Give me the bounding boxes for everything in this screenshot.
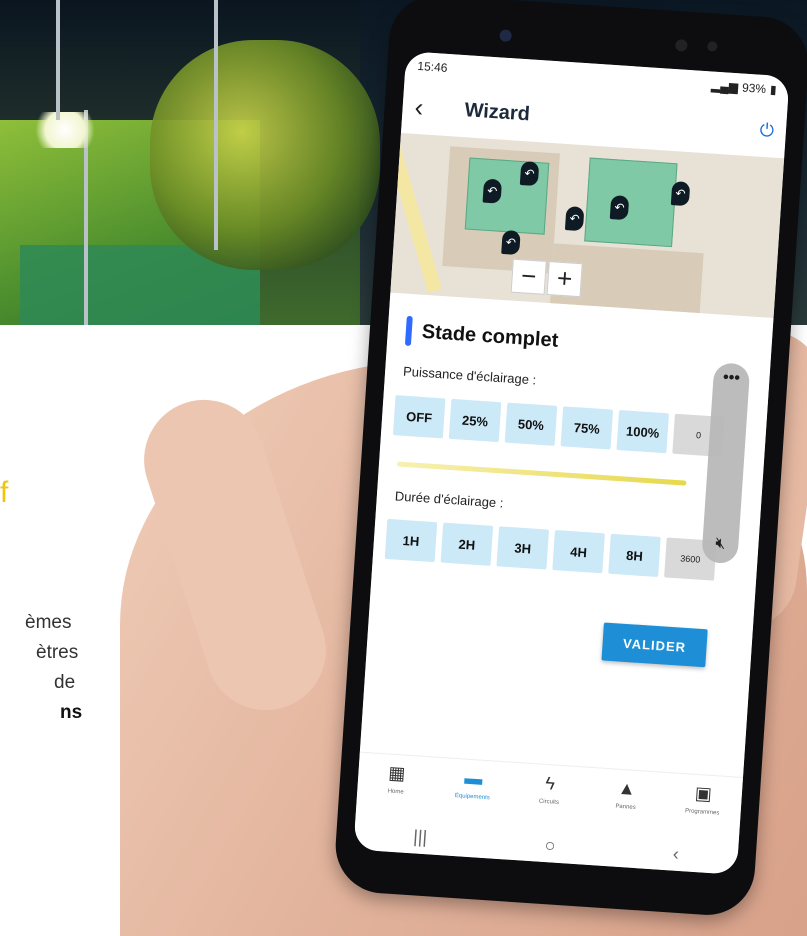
- text-fragment-3: de: [54, 672, 76, 693]
- road: [390, 135, 442, 293]
- status-icons: ▂▄▆ 93% ▮: [711, 78, 777, 96]
- nav-circuits-label: Circuits: [538, 798, 560, 806]
- power-option-100[interactable]: 100%: [616, 410, 669, 454]
- nav-pannes-label: Pannes: [615, 803, 636, 811]
- sensor-2: [707, 41, 718, 52]
- battery-level: 93%: [741, 80, 767, 97]
- page-title: Wizard: [463, 98, 531, 125]
- phone-screen: 15:46 ▂▄▆ 93% ▮ ‹ Wizard ⏻ ↶ ↶ ↶ ↶ ↶ ↶ −: [353, 51, 790, 875]
- nav-equipements-label: Équipements: [454, 792, 490, 802]
- nav-circuits[interactable]: ϟ Circuits: [514, 771, 586, 808]
- zoom-out-button[interactable]: −: [510, 258, 547, 295]
- map-view[interactable]: ↶ ↶ ↶ ↶ ↶ ↶ − +: [390, 132, 785, 319]
- nav-home[interactable]: ▦ Home: [361, 761, 433, 798]
- back-button[interactable]: ‹: [672, 843, 679, 864]
- field-area-2: [584, 157, 678, 248]
- sensor: [675, 38, 688, 52]
- power-option-off[interactable]: OFF: [392, 395, 446, 439]
- power-slider[interactable]: [396, 461, 687, 486]
- duration-option-4h[interactable]: 4H: [552, 530, 605, 574]
- dashboard-icon: ▦: [387, 762, 407, 784]
- nav-equipements[interactable]: ▬ Équipements: [437, 766, 509, 803]
- power-option-75[interactable]: 75%: [560, 406, 614, 450]
- power-icon[interactable]: ⏻: [759, 119, 775, 141]
- volume-mute-icon[interactable]: 🔇︎: [702, 534, 739, 554]
- status-time: 15:46: [416, 58, 448, 75]
- zone-accent-bar: [404, 315, 413, 347]
- zone-header: Stade complet: [404, 315, 560, 356]
- nav-home-label: Home: [387, 788, 404, 796]
- floodlight: [30, 112, 100, 148]
- home-button[interactable]: ○: [544, 835, 556, 857]
- floodlight-pole-3: [56, 0, 60, 120]
- power-options: OFF 25% 50% 75% 100% 0: [392, 395, 725, 457]
- nav-programmes-label: Programmes: [684, 808, 720, 817]
- zoom-in-button[interactable]: +: [546, 261, 583, 298]
- warning-icon: ▲: [617, 777, 637, 799]
- back-arrow-icon[interactable]: ‹: [414, 91, 448, 124]
- recent-apps-button[interactable]: |||: [413, 826, 428, 848]
- battery-icon: ▮: [769, 82, 778, 97]
- text-fragment-1: èmes: [25, 612, 72, 633]
- map-pin[interactable]: ↶: [670, 181, 691, 207]
- map-pin[interactable]: ↶: [564, 206, 585, 232]
- heading-fragment: f: [0, 476, 9, 509]
- floodlight-icon: ▬: [463, 767, 484, 789]
- duration-option-8h[interactable]: 8H: [608, 533, 661, 577]
- phone: 15:46 ▂▄▆ 93% ▮ ‹ Wizard ⏻ ↶ ↶ ↶ ↶ ↶ ↶ −: [332, 0, 807, 918]
- power-option-50[interactable]: 50%: [504, 402, 558, 446]
- power-label: Puissance d'éclairage :: [402, 363, 537, 388]
- trees: [150, 40, 380, 270]
- lightning-icon: ϟ: [544, 772, 556, 794]
- floodlight-pole-2: [214, 0, 218, 250]
- nav-pannes[interactable]: ▲ Pannes: [590, 776, 662, 813]
- text-fragment-2: ètres: [36, 642, 79, 663]
- front-camera: [499, 29, 513, 43]
- validate-button[interactable]: VALIDER: [601, 622, 708, 668]
- power-option-25[interactable]: 25%: [448, 398, 502, 443]
- duration-label: Durée d'éclairage :: [394, 488, 504, 511]
- duration-option-1h[interactable]: 1H: [384, 518, 438, 563]
- duration-option-2h[interactable]: 2H: [440, 522, 494, 566]
- text-fragment-4: ns: [60, 702, 83, 723]
- calendar-icon: ▣: [694, 782, 713, 804]
- duration-option-3h[interactable]: 3H: [496, 526, 550, 570]
- signal-icon: ▂▄▆: [710, 78, 739, 95]
- duration-options: 1H 2H 3H 4H 8H 3600: [384, 518, 717, 581]
- zone-name: Stade complet: [421, 320, 560, 352]
- more-options-icon[interactable]: •••: [713, 368, 750, 388]
- nav-programmes[interactable]: ▣ Programmes: [667, 781, 739, 818]
